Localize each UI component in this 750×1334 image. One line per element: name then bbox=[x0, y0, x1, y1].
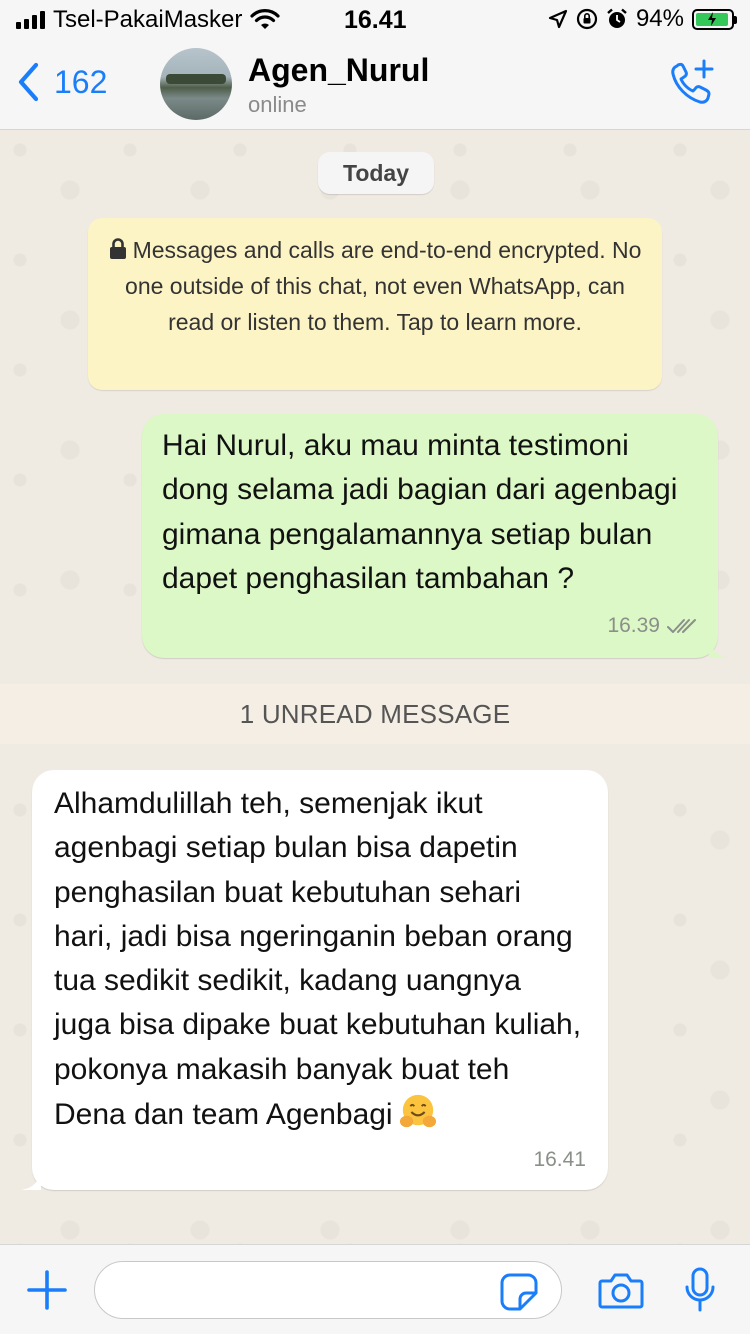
contact-avatar[interactable] bbox=[160, 48, 232, 120]
plus-icon bbox=[27, 1270, 67, 1310]
camera-button[interactable] bbox=[598, 1271, 644, 1314]
back-button[interactable]: 162 bbox=[16, 62, 107, 102]
unread-chats-count: 162 bbox=[54, 63, 108, 100]
add-call-button[interactable] bbox=[668, 58, 716, 113]
message-bubble-incoming[interactable]: Alhamdulillah teh, semenjak ikut agenbag… bbox=[21, 770, 608, 1190]
camera-icon bbox=[598, 1273, 644, 1309]
chat-header: 162 Agen_Nurul online bbox=[0, 40, 750, 130]
charging-bolt-icon bbox=[707, 12, 716, 26]
encryption-notice[interactable]: Messages and calls are end-to-end encryp… bbox=[88, 218, 662, 390]
carrier-name: Tsel-PakaiMasker bbox=[53, 6, 243, 33]
message-input[interactable] bbox=[94, 1261, 562, 1319]
wifi-icon bbox=[250, 9, 280, 29]
microphone-icon bbox=[685, 1267, 715, 1312]
double-check-read-icon bbox=[667, 618, 696, 633]
alarm-icon bbox=[607, 8, 627, 28]
battery-percent: 94% bbox=[635, 5, 684, 32]
orientation-lock-icon bbox=[576, 8, 598, 30]
chat-area[interactable]: Today Messages and calls are end-to-end … bbox=[0, 130, 750, 1244]
bubble-tail bbox=[21, 1170, 41, 1190]
phone-plus-icon bbox=[671, 59, 714, 104]
location-arrow-icon bbox=[548, 9, 568, 29]
message-bubble-outgoing[interactable]: Hai Nurul, aku mau minta testimoni dong … bbox=[142, 414, 729, 658]
sticker-button[interactable] bbox=[500, 1273, 538, 1316]
sticker-icon bbox=[500, 1273, 538, 1311]
bubble-tail bbox=[709, 638, 729, 658]
encryption-notice-text: Messages and calls are end-to-end encryp… bbox=[125, 237, 642, 335]
contact-status: online bbox=[248, 92, 307, 117]
message-time: 16.41 bbox=[533, 1147, 586, 1171]
message-text: Hai Nurul, aku mau minta testimoni dong … bbox=[162, 429, 678, 595]
date-separator: Today bbox=[318, 152, 434, 194]
message-text: Alhamdulillah teh, semenjak ikut agenbag… bbox=[54, 787, 582, 1132]
attach-button[interactable] bbox=[26, 1269, 68, 1316]
chevron-left-icon bbox=[18, 62, 39, 102]
message-input-bar bbox=[0, 1244, 750, 1334]
voice-message-button[interactable] bbox=[684, 1267, 716, 1318]
unread-messages-banner: 1 UNREAD MESSAGE bbox=[0, 684, 750, 744]
status-bar: Tsel-PakaiMasker 16.41 94% bbox=[0, 0, 750, 40]
status-time: 16.41 bbox=[344, 6, 407, 34]
message-time: 16.39 bbox=[607, 613, 660, 637]
battery-icon bbox=[692, 8, 737, 30]
hugging-face-emoji-icon bbox=[399, 1094, 436, 1128]
contact-name[interactable]: Agen_Nurul bbox=[248, 52, 429, 89]
lock-icon bbox=[109, 238, 126, 259]
cellular-signal-icon bbox=[16, 11, 45, 29]
